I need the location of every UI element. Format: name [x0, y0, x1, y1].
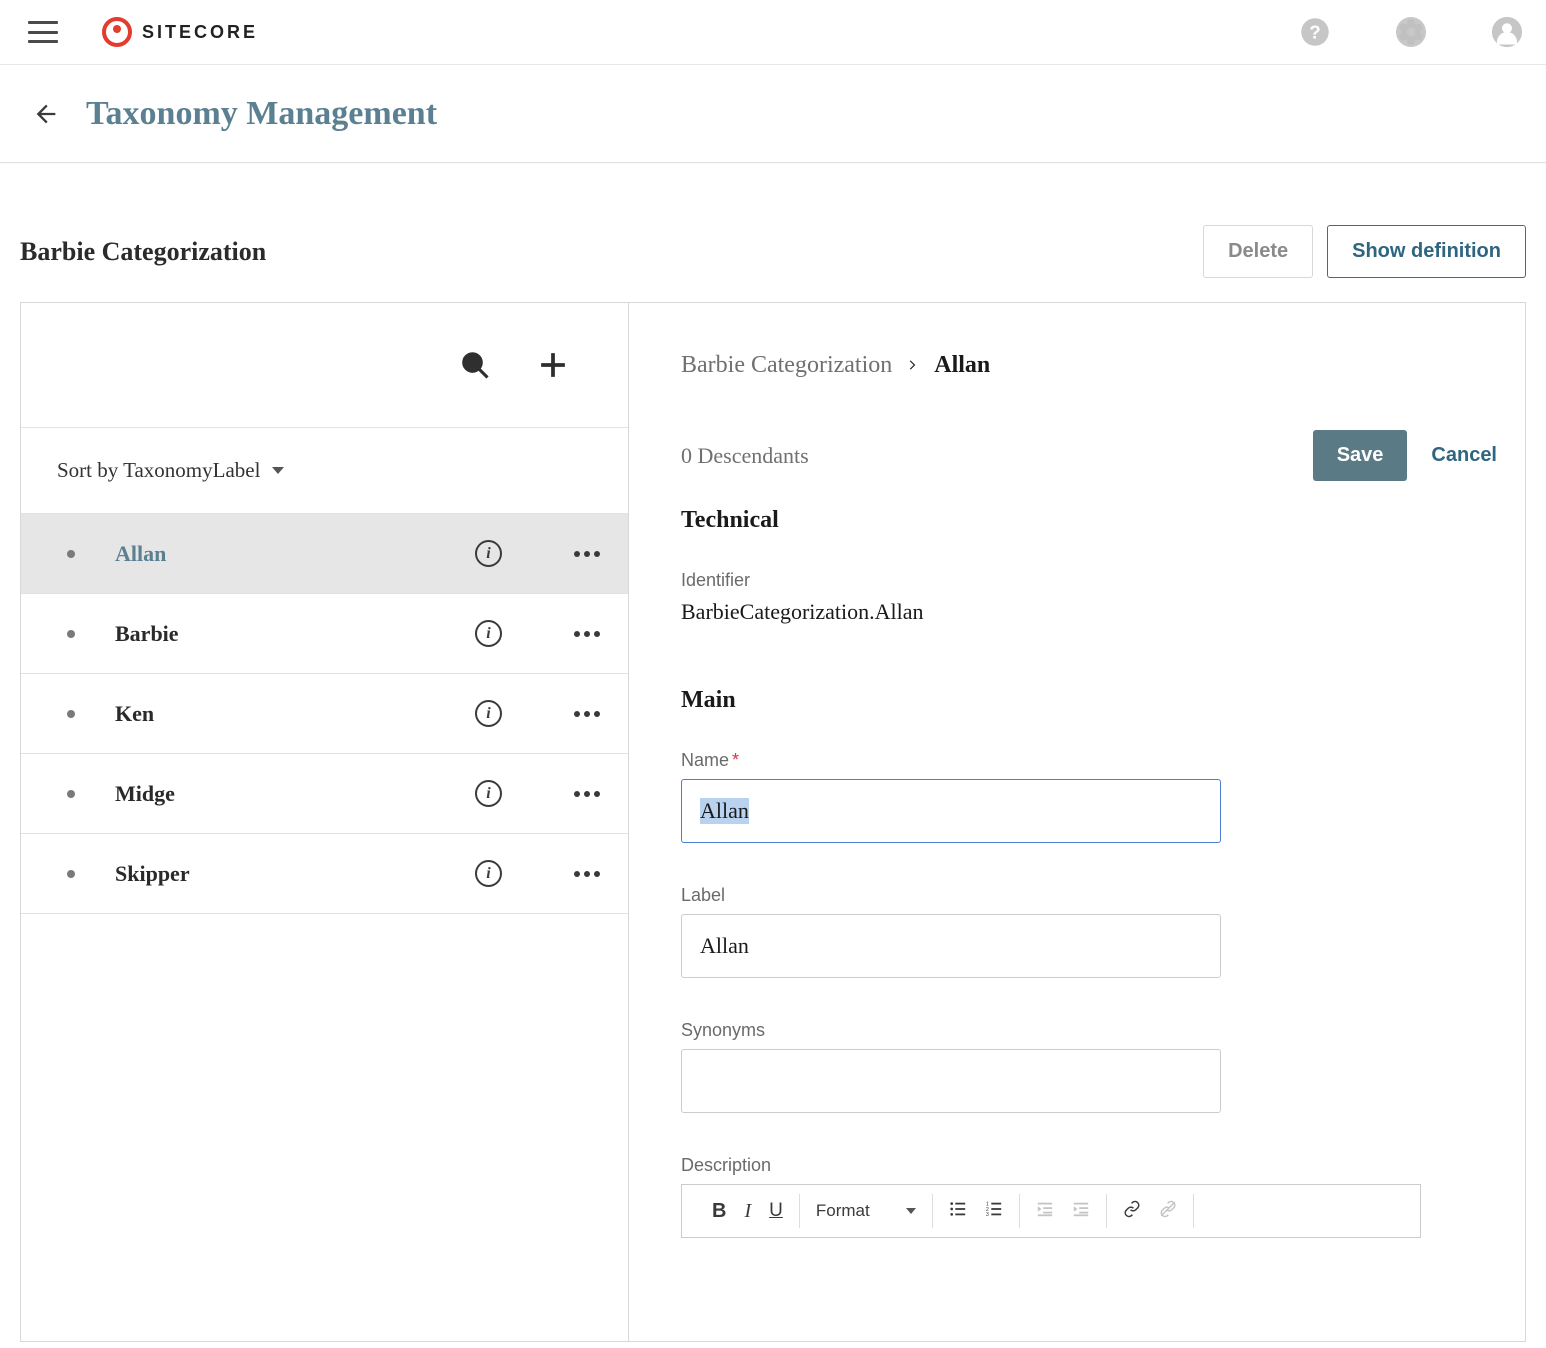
- help-icon[interactable]: ?: [1300, 17, 1330, 47]
- section-title: Barbie Categorization: [20, 237, 266, 267]
- editor-panel: Sort by TaxonomyLabel AllaniBarbieiKeniM…: [20, 302, 1526, 1342]
- tree-column: Sort by TaxonomyLabel AllaniBarbieiKeniM…: [21, 303, 629, 1341]
- more-icon[interactable]: [574, 631, 600, 637]
- search-icon[interactable]: [460, 350, 490, 380]
- chevron-down-icon: [906, 1208, 916, 1214]
- info-icon[interactable]: i: [475, 620, 502, 647]
- show-definition-button[interactable]: Show definition: [1327, 225, 1526, 278]
- section-header: Barbie Categorization Delete Show defini…: [20, 225, 1526, 278]
- bullet-icon: [67, 710, 75, 718]
- name-input[interactable]: Allan: [681, 779, 1221, 843]
- tree-item-label: Allan: [115, 541, 435, 567]
- technical-header: Technical: [681, 507, 1497, 534]
- more-icon[interactable]: [574, 711, 600, 717]
- detail-column: Barbie Categorization Allan 0 Descendant…: [629, 303, 1525, 1341]
- user-icon[interactable]: [1492, 17, 1522, 47]
- rte-indent-icon: [1072, 1200, 1090, 1223]
- page-header: Taxonomy Management: [0, 65, 1546, 163]
- rte-underline-button[interactable]: U: [769, 1200, 783, 1222]
- tree-item-label: Midge: [115, 781, 435, 807]
- synonyms-input[interactable]: [681, 1049, 1221, 1113]
- name-value: Allan: [700, 798, 749, 824]
- rte-format-dropdown[interactable]: Format: [816, 1201, 916, 1221]
- content: Barbie Categorization Delete Show defini…: [0, 163, 1546, 1342]
- bullet-icon: [67, 630, 75, 638]
- page-title: Taxonomy Management: [86, 95, 437, 133]
- identifier-value: BarbieCategorization.Allan: [681, 599, 1497, 625]
- tree-item[interactable]: Midge i: [21, 754, 628, 834]
- more-icon[interactable]: [574, 871, 600, 877]
- info-icon[interactable]: i: [475, 860, 502, 887]
- tree-item[interactable]: Skipper i: [21, 834, 628, 914]
- svg-text:?: ?: [1309, 21, 1320, 42]
- tree-item[interactable]: Allan i: [21, 514, 628, 594]
- rte-outdent-icon: [1036, 1200, 1054, 1223]
- menu-icon[interactable]: [28, 21, 58, 43]
- more-icon[interactable]: [574, 551, 600, 557]
- label-label: Label: [681, 885, 1497, 906]
- back-arrow-icon[interactable]: [32, 100, 60, 128]
- save-button[interactable]: Save: [1313, 430, 1408, 481]
- bullet-icon: [67, 550, 75, 558]
- rte-bullet-list-icon[interactable]: [949, 1200, 967, 1223]
- brand-name: SITECORE: [142, 22, 258, 43]
- tree-item-label: Barbie: [115, 621, 435, 647]
- name-label: Name*: [681, 750, 1497, 771]
- tree-item-label: Skipper: [115, 861, 435, 887]
- breadcrumb: Barbie Categorization Allan: [681, 303, 1497, 428]
- sort-dropdown[interactable]: Sort by TaxonomyLabel: [21, 428, 628, 514]
- actions-row: 0 Descendants Save Cancel: [681, 430, 1497, 481]
- tree-list: Allan i Barbie i Ken i Midge i Skipper i: [21, 514, 628, 914]
- rte-link-icon[interactable]: [1123, 1200, 1141, 1223]
- gear-icon[interactable]: [1396, 17, 1426, 47]
- info-icon[interactable]: i: [475, 700, 502, 727]
- breadcrumb-current: Allan: [934, 352, 990, 379]
- sort-label: Sort by TaxonomyLabel: [57, 458, 260, 483]
- top-bar: SITECORE ?: [0, 0, 1546, 65]
- tree-item[interactable]: Barbie i: [21, 594, 628, 674]
- tree-item-label: Ken: [115, 701, 435, 727]
- description-label: Description: [681, 1155, 1497, 1176]
- rte-italic-button[interactable]: I: [744, 1200, 751, 1223]
- info-icon[interactable]: i: [475, 540, 502, 567]
- label-input[interactable]: [681, 914, 1221, 978]
- bullet-icon: [67, 870, 75, 878]
- delete-button[interactable]: Delete: [1203, 225, 1313, 278]
- rte-unlink-icon: [1159, 1200, 1177, 1223]
- identifier-label: Identifier: [681, 570, 1497, 591]
- add-icon[interactable]: [538, 350, 568, 380]
- brand-logo[interactable]: SITECORE: [102, 17, 258, 47]
- bullet-icon: [67, 790, 75, 798]
- tree-item[interactable]: Ken i: [21, 674, 628, 754]
- descendants-count: 0 Descendants: [681, 443, 1313, 469]
- chevron-down-icon: [272, 467, 284, 474]
- rte-toolbar: B I U Format: [681, 1184, 1421, 1238]
- info-icon[interactable]: i: [475, 780, 502, 807]
- logo-mark-icon: [102, 17, 132, 47]
- breadcrumb-root[interactable]: Barbie Categorization: [681, 352, 892, 379]
- rte-numbered-list-icon[interactable]: 123: [985, 1200, 1003, 1223]
- tree-toolbar: [21, 303, 628, 428]
- rte-bold-button[interactable]: B: [712, 1200, 726, 1223]
- cancel-button[interactable]: Cancel: [1431, 444, 1497, 467]
- svg-text:3: 3: [986, 1212, 989, 1218]
- more-icon[interactable]: [574, 791, 600, 797]
- synonyms-label: Synonyms: [681, 1020, 1497, 1041]
- main-header: Main: [681, 687, 1497, 714]
- chevron-right-icon: [906, 352, 920, 379]
